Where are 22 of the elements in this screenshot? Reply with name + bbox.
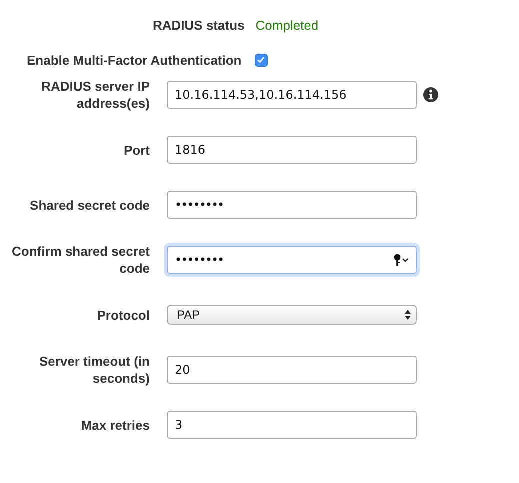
field-label: Server timeout (in seconds) bbox=[38, 353, 150, 387]
field-label: RADIUS server IP address(es) bbox=[40, 78, 150, 112]
input-field[interactable]: 20 bbox=[167, 356, 417, 384]
password-field[interactable]: •••••••• bbox=[167, 191, 417, 219]
mfa-label: Enable Multi-Factor Authentication bbox=[27, 52, 242, 68]
field-label: Port bbox=[123, 142, 150, 158]
input-field[interactable]: 1816 bbox=[167, 136, 417, 164]
input-field[interactable]: 10.16.114.53,10.16.114.156 bbox=[167, 81, 417, 109]
input-field[interactable]: 3 bbox=[167, 411, 417, 439]
key-icon[interactable] bbox=[394, 254, 409, 266]
info-icon[interactable] bbox=[423, 87, 439, 103]
mfa-checkbox[interactable] bbox=[254, 54, 268, 66]
status-value: Completed bbox=[256, 18, 319, 32]
status-label: RADIUS status bbox=[153, 18, 245, 32]
field-label: Shared secret code bbox=[29, 196, 150, 214]
field-label: Protocol bbox=[96, 306, 150, 324]
updown-arrows-icon bbox=[405, 310, 411, 320]
password-field[interactable]: •••••••• bbox=[167, 246, 417, 274]
field-label: Confirm shared secret code bbox=[11, 243, 150, 277]
protocol-select[interactable]: PAP bbox=[167, 305, 417, 325]
checkmark-icon bbox=[257, 56, 266, 64]
field-label: Max retries bbox=[80, 416, 150, 434]
